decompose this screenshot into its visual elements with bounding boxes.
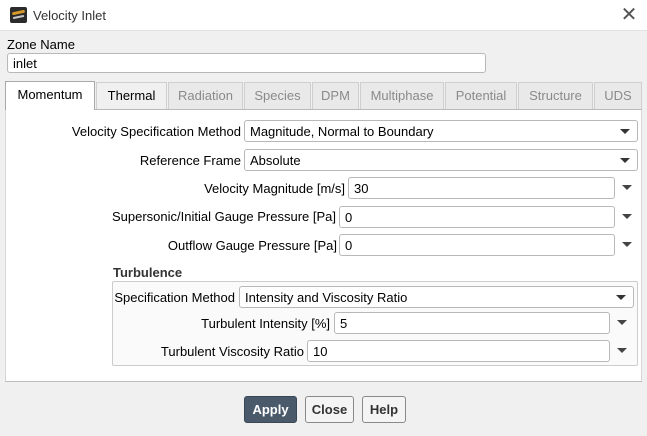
tab-multiphase[interactable]: Multiphase xyxy=(360,82,444,109)
tab-species[interactable]: Species xyxy=(244,82,311,109)
close-icon[interactable]: ✕ xyxy=(619,5,639,25)
outflow-pressure-options-icon[interactable] xyxy=(621,239,633,251)
apply-button[interactable]: Apply xyxy=(244,396,297,423)
zone-name-label: Zone Name xyxy=(7,37,75,52)
tab-dpm[interactable]: DPM xyxy=(312,82,359,109)
turbulent-viscosity-label: Turbulent Viscosity Ratio xyxy=(160,344,304,359)
zone-name-input[interactable] xyxy=(7,53,486,73)
reference-frame-label: Reference Frame xyxy=(139,153,241,168)
help-button[interactable]: Help xyxy=(362,396,406,423)
turbulent-intensity-input[interactable] xyxy=(334,312,610,334)
tab-thermal[interactable]: Thermal xyxy=(96,82,167,109)
turbulence-spec-label: Specification Method xyxy=(114,290,235,305)
turbulence-heading: Turbulence xyxy=(113,265,183,280)
turbulent-intensity-label: Turbulent Intensity [%] xyxy=(201,316,330,331)
tab-radiation[interactable]: Radiation xyxy=(168,82,243,109)
reference-frame-value: Absolute xyxy=(250,153,301,168)
tab-uds[interactable]: UDS xyxy=(594,82,642,109)
velocity-magnitude-label: Velocity Magnitude [m/s] xyxy=(204,181,345,196)
velocity-spec-label: Velocity Specification Method xyxy=(71,124,241,139)
turbulent-viscosity-input[interactable] xyxy=(307,340,610,362)
bottom-divider xyxy=(5,381,642,382)
turbulent-viscosity-options-icon[interactable] xyxy=(616,345,628,357)
velocity-spec-dropdown[interactable]: Magnitude, Normal to Boundary xyxy=(244,120,638,142)
tab-structure[interactable]: Structure xyxy=(518,82,593,109)
chevron-down-icon xyxy=(616,295,626,300)
window-title: Velocity Inlet xyxy=(33,8,106,23)
chevron-down-icon xyxy=(620,158,630,163)
turbulence-spec-dropdown[interactable]: Intensity and Viscosity Ratio xyxy=(239,286,634,308)
supersonic-pressure-label: Supersonic/Initial Gauge Pressure [Pa] xyxy=(111,209,336,224)
close-button[interactable]: Close xyxy=(305,396,354,423)
chevron-down-icon xyxy=(620,129,630,134)
supersonic-pressure-options-icon[interactable] xyxy=(621,211,633,223)
tab-bar: Momentum Thermal Radiation Species DPM M… xyxy=(5,81,642,110)
velocity-magnitude-options-icon[interactable] xyxy=(621,182,633,194)
fluent-app-icon xyxy=(10,7,27,23)
reference-frame-dropdown[interactable]: Absolute xyxy=(244,149,638,171)
title-bar: Velocity Inlet ✕ xyxy=(0,0,647,31)
outflow-pressure-label: Outflow Gauge Pressure [Pa] xyxy=(167,238,337,253)
turbulence-spec-value: Intensity and Viscosity Ratio xyxy=(245,290,408,305)
velocity-spec-value: Magnitude, Normal to Boundary xyxy=(250,124,434,139)
tab-momentum[interactable]: Momentum xyxy=(5,81,95,110)
supersonic-pressure-input[interactable] xyxy=(339,206,615,228)
outflow-pressure-input[interactable] xyxy=(339,234,615,256)
velocity-magnitude-input[interactable] xyxy=(348,177,615,199)
tab-potential[interactable]: Potential xyxy=(445,82,517,109)
turbulent-intensity-options-icon[interactable] xyxy=(616,317,628,329)
